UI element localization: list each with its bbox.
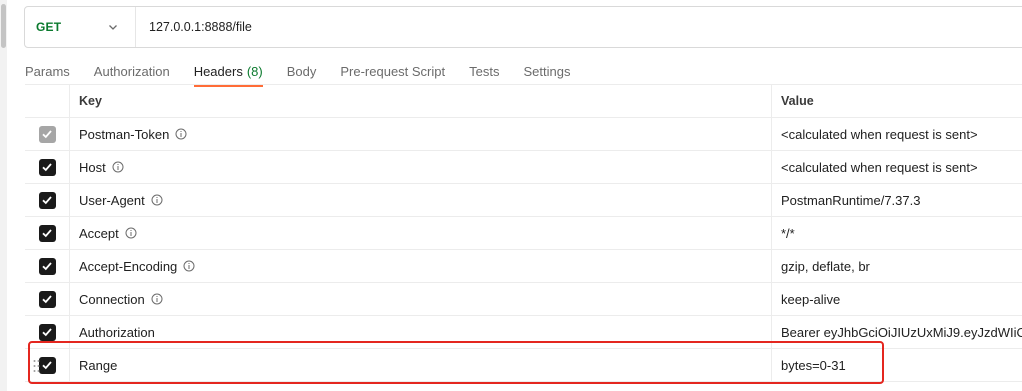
table-row: Range bytes=0-31	[25, 349, 1022, 382]
check-icon	[41, 260, 53, 272]
header-key: Host	[79, 159, 106, 175]
header-key: Connection	[79, 291, 145, 307]
header-value: <calculated when request is sent>	[781, 159, 978, 175]
row-checkbox[interactable]	[38, 191, 56, 209]
header-key-cell[interactable]: Host	[70, 151, 772, 183]
header-value: <calculated when request is sent>	[781, 126, 978, 142]
table-row: Authorization Bearer eyJhbGciOiJIUzUxMiJ9…	[25, 316, 1022, 349]
tab-pre-request-script[interactable]: Pre-request Script	[340, 56, 445, 87]
table-row: Host <calculated when request is sent>	[25, 151, 1022, 184]
header-value: gzip, deflate, br	[781, 258, 870, 274]
tab-params[interactable]: Params	[25, 56, 70, 87]
header-key-cell[interactable]: Authorization	[70, 316, 772, 348]
header-value-cell[interactable]: gzip, deflate, br	[772, 250, 1022, 282]
scrollbar-thumb[interactable]	[1, 4, 6, 48]
check-icon	[41, 161, 53, 173]
checkbox-column-header	[25, 85, 70, 117]
row-checkbox-cell	[25, 283, 70, 315]
header-value: PostmanRuntime/7.37.3	[781, 192, 921, 208]
tab-label: Params	[25, 64, 70, 79]
header-key: Range	[79, 357, 118, 373]
row-checkbox[interactable]	[38, 356, 56, 374]
headers-table: Key Value Postman-Token <calculated when …	[25, 84, 1022, 382]
table-header-row: Key Value	[25, 85, 1022, 118]
header-key: Accept-Encoding	[79, 258, 178, 274]
row-checkbox-cell	[25, 250, 70, 282]
table-row: Connection keep-alive	[25, 283, 1022, 316]
tab-authorization[interactable]: Authorization	[94, 56, 170, 87]
tab-tests[interactable]: Tests	[469, 56, 499, 87]
tab-headers[interactable]: Headers (8)	[193, 56, 263, 87]
row-checkbox-cell	[25, 184, 70, 216]
header-value: keep-alive	[781, 291, 841, 307]
row-checkbox	[38, 125, 56, 143]
header-key: Postman-Token	[79, 126, 170, 142]
info-icon[interactable]	[125, 227, 137, 239]
row-checkbox-cell	[25, 118, 70, 150]
header-value: */*	[781, 225, 795, 241]
tab-label: Tests	[469, 64, 500, 79]
check-icon	[41, 359, 53, 371]
row-checkbox[interactable]	[38, 323, 56, 341]
row-checkbox[interactable]	[38, 257, 56, 275]
header-value: Bearer eyJhbGciOiJIUzUxMiJ9.eyJzdWIiOiJ	[781, 324, 1022, 340]
chevron-down-icon	[109, 25, 117, 30]
tab-settings[interactable]: Settings	[523, 56, 570, 87]
tab-label: Headers	[193, 64, 243, 79]
tab-label: Settings	[523, 64, 571, 79]
key-column-header: Key	[70, 85, 772, 117]
header-key: User-Agent	[79, 192, 145, 208]
tab-label: Body	[286, 64, 317, 79]
row-checkbox[interactable]	[38, 158, 56, 176]
value-column-header: Value	[781, 94, 814, 108]
method-label: GET	[36, 20, 62, 34]
header-key-cell[interactable]: User-Agent	[70, 184, 772, 216]
row-checkbox-cell	[25, 151, 70, 183]
row-checkbox-cell	[25, 316, 70, 348]
info-icon[interactable]	[151, 194, 163, 206]
check-icon	[41, 326, 53, 338]
header-value-cell[interactable]: bytes=0-31	[772, 349, 1022, 381]
check-icon	[41, 293, 53, 305]
header-key: Accept	[79, 225, 119, 241]
tab-label: Pre-request Script	[340, 64, 446, 79]
info-icon[interactable]	[183, 260, 195, 272]
info-icon[interactable]	[175, 128, 187, 140]
url-input[interactable]: 127.0.0.1:8888/file	[136, 20, 252, 34]
request-url-bar: GET 127.0.0.1:8888/file	[24, 6, 1022, 48]
table-row: Accept */*	[25, 217, 1022, 250]
row-checkbox-cell	[25, 217, 70, 249]
method-selector[interactable]: GET	[25, 7, 136, 47]
row-checkbox[interactable]	[38, 290, 56, 308]
row-checkbox-cell	[25, 349, 70, 381]
left-scrollbar[interactable]	[0, 0, 7, 391]
info-icon[interactable]	[112, 161, 124, 173]
header-key-cell[interactable]: Connection	[70, 283, 772, 315]
tab-body[interactable]: Body	[287, 56, 317, 87]
header-value-cell[interactable]: <calculated when request is sent>	[772, 118, 1022, 150]
check-icon	[41, 227, 53, 239]
tab-count-badge: (8)	[246, 64, 263, 79]
check-icon	[41, 128, 53, 140]
header-value-cell[interactable]: <calculated when request is sent>	[772, 151, 1022, 183]
tab-label: Authorization	[93, 64, 170, 79]
header-key-cell[interactable]: Range	[70, 349, 772, 381]
header-key-cell[interactable]: Accept	[70, 217, 772, 249]
header-key-cell[interactable]: Postman-Token	[70, 118, 772, 150]
header-key-cell[interactable]: Accept-Encoding	[70, 250, 772, 282]
table-row: User-Agent PostmanRuntime/7.37.3	[25, 184, 1022, 217]
row-checkbox[interactable]	[38, 224, 56, 242]
header-value-cell[interactable]: PostmanRuntime/7.37.3	[772, 184, 1022, 216]
drag-handle-icon[interactable]	[33, 359, 40, 373]
header-value-cell[interactable]: */*	[772, 217, 1022, 249]
table-row: Postman-Token <calculated when request is…	[25, 118, 1022, 151]
header-value: bytes=0-31	[781, 357, 846, 373]
check-icon	[41, 194, 53, 206]
table-row: Accept-Encoding gzip, deflate, br	[25, 250, 1022, 283]
info-icon[interactable]	[151, 293, 163, 305]
header-value-cell[interactable]: Bearer eyJhbGciOiJIUzUxMiJ9.eyJzdWIiOiJ	[772, 316, 1022, 348]
header-value-cell[interactable]: keep-alive	[772, 283, 1022, 315]
header-key: Authorization	[79, 324, 155, 340]
